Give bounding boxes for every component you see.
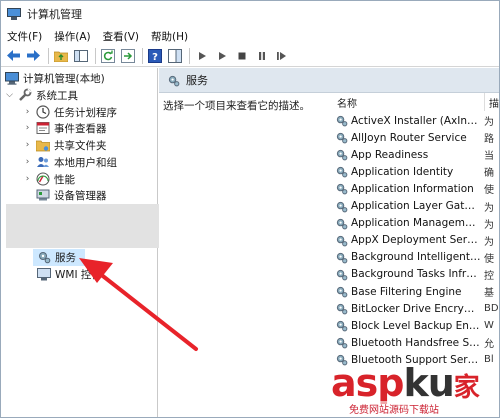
computer-management-window: 计算机管理 文件(F) 操作(A) 查看(V) 帮助(H) ? 计算机管理(本地… xyxy=(0,0,500,418)
annotation-arrow xyxy=(79,258,198,351)
watermark-brand-k: ku xyxy=(403,361,454,405)
watermark-brand-a: asp xyxy=(331,361,404,405)
watermark-brand-z: 家 xyxy=(453,373,480,403)
watermark-subtitle: 免费网站源码下载站 xyxy=(349,401,439,416)
watermark-logo: aspku家 xyxy=(331,361,480,405)
watermark: aspku家 免费网站源码下载站 xyxy=(331,361,496,417)
